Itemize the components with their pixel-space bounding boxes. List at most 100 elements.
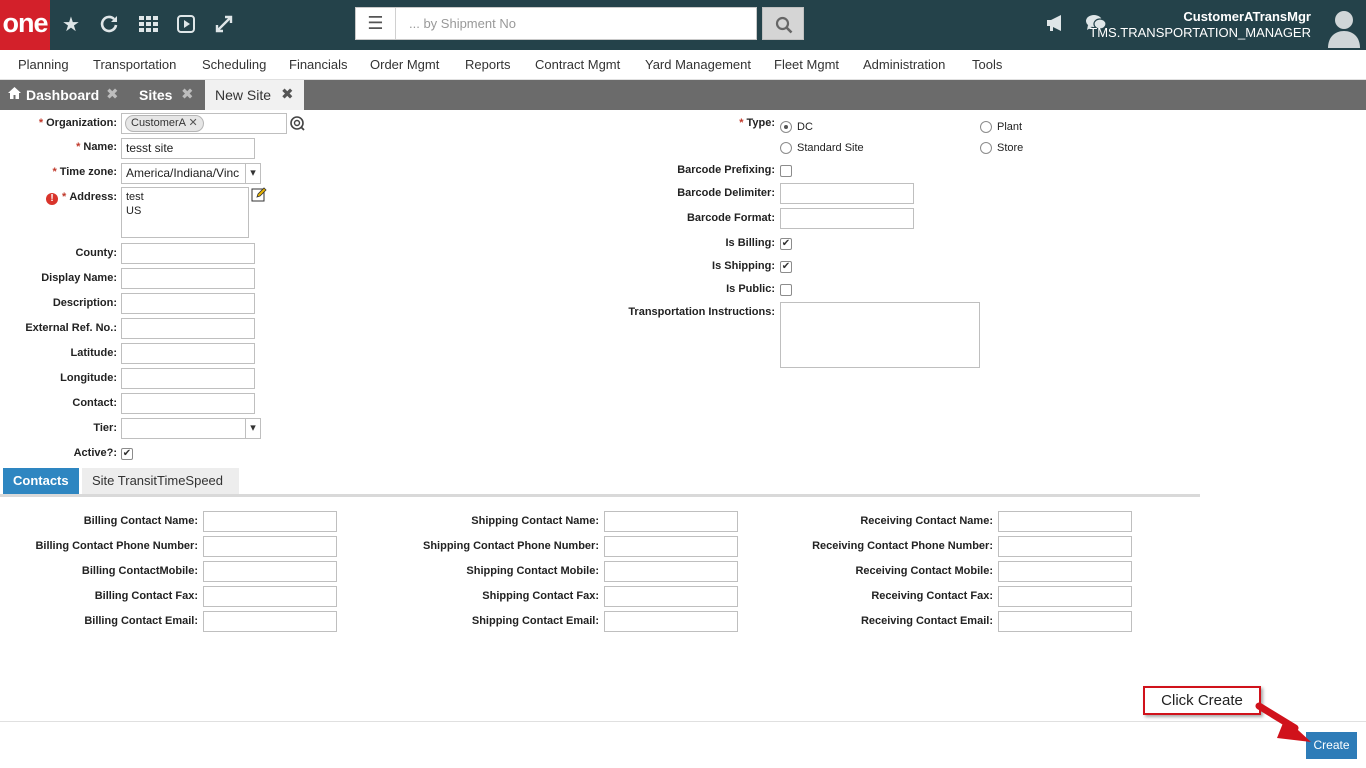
display-name-field[interactable] xyxy=(121,268,255,289)
user-info[interactable]: CustomerATransMgr TMS.TRANSPORTATION_MAN… xyxy=(1089,9,1311,41)
megaphone-icon[interactable] xyxy=(1045,13,1067,38)
transport-instructions-label: Transportation Instructions: xyxy=(628,306,775,318)
receiving-contact-name-field[interactable] xyxy=(998,511,1132,532)
chevron-down-icon[interactable]: ▾ xyxy=(245,418,261,439)
receiving-contact-email-field[interactable] xyxy=(998,611,1132,632)
grid-icon[interactable] xyxy=(137,14,159,39)
description-field[interactable] xyxy=(121,293,255,314)
shipping-contact-name-field[interactable] xyxy=(604,511,738,532)
user-avatar-icon[interactable] xyxy=(1327,8,1361,53)
contact-field[interactable] xyxy=(121,393,255,414)
top-bar: one ★ ☰ CustomerATransMgr TMS.TRANSPORTA… xyxy=(0,0,1366,50)
search-button[interactable] xyxy=(762,7,804,40)
menu-transportation[interactable]: Transportation xyxy=(93,57,176,72)
menu-yard-management[interactable]: Yard Management xyxy=(645,57,751,72)
is-billing-checkbox[interactable]: ✔ xyxy=(780,238,792,250)
receiving-contact-phone-field[interactable] xyxy=(998,536,1132,557)
shipping-contact-email-field[interactable] xyxy=(604,611,738,632)
type-option-label: Store xyxy=(997,142,1024,154)
menu-administration[interactable]: Administration xyxy=(863,57,945,72)
tab-site-transit-time-speed[interactable]: Site TransitTimeSpeed xyxy=(82,468,239,494)
billing-contact-name-field[interactable] xyxy=(203,511,337,532)
billing-contact-mobile-field[interactable] xyxy=(203,561,337,582)
shipping-contact-name-label: Shipping Contact Name: xyxy=(471,515,599,527)
search-input[interactable] xyxy=(397,8,755,39)
timezone-select[interactable]: America/Indiana/Vinc xyxy=(121,163,246,184)
tab-contacts[interactable]: Contacts xyxy=(3,468,79,494)
instruction-callout: Click Create xyxy=(1143,686,1261,715)
barcode-delimiter-field[interactable] xyxy=(780,183,914,204)
edit-address-icon[interactable] xyxy=(251,187,267,207)
latitude-field[interactable] xyxy=(121,343,255,364)
county-field[interactable] xyxy=(121,243,255,264)
tab-dashboard[interactable]: Dashboard ✖ xyxy=(0,80,130,110)
close-icon[interactable]: ✖ xyxy=(106,80,119,110)
address-label: ! * Address: xyxy=(10,191,117,205)
menu-fleet-mgmt[interactable]: Fleet Mgmt xyxy=(774,57,839,72)
is-public-label: Is Public: xyxy=(726,283,775,295)
longitude-label: Longitude: xyxy=(60,372,117,384)
display-name-label: Display Name: xyxy=(41,272,117,284)
menu-contract-mgmt[interactable]: Contract Mgmt xyxy=(535,57,620,72)
type-option-label: Standard Site xyxy=(797,142,864,154)
billing-contact-email-field[interactable] xyxy=(203,611,337,632)
is-public-checkbox[interactable] xyxy=(780,284,792,296)
address-field[interactable]: test US xyxy=(121,187,249,238)
receiving-contact-name-label: Receiving Contact Name: xyxy=(860,515,993,527)
menu-planning[interactable]: Planning xyxy=(18,57,69,72)
description-label: Description: xyxy=(52,297,117,309)
barcode-format-field[interactable] xyxy=(780,208,914,229)
menu-scheduling[interactable]: Scheduling xyxy=(202,57,266,72)
tab-sites[interactable]: Sites ✖ xyxy=(130,80,205,110)
organization-label: * Organization: xyxy=(38,117,117,129)
organization-field[interactable]: CustomerA ✕ xyxy=(121,113,287,134)
receiving-contact-email-label: Receiving Contact Email: xyxy=(860,615,993,627)
play-icon[interactable] xyxy=(175,14,197,39)
name-label: * Name: xyxy=(76,141,117,153)
county-label: County: xyxy=(75,247,117,259)
tier-label: Tier: xyxy=(93,422,117,434)
tier-select[interactable] xyxy=(121,418,246,439)
chevron-down-icon[interactable]: ▾ xyxy=(245,163,261,184)
app-logo[interactable]: one xyxy=(0,0,50,50)
name-field[interactable]: tesst site xyxy=(121,138,255,159)
shipping-contact-fax-field[interactable] xyxy=(604,586,738,607)
footer-divider xyxy=(0,721,1366,722)
star-icon[interactable]: ★ xyxy=(60,14,82,36)
receiving-contact-fax-field[interactable] xyxy=(998,586,1132,607)
search-menu-icon[interactable]: ☰ xyxy=(356,8,396,39)
lookup-icon[interactable] xyxy=(289,115,305,136)
barcode-prefixing-checkbox[interactable] xyxy=(780,165,792,177)
tab-label: New Site xyxy=(215,87,272,103)
type-radio-store[interactable] xyxy=(980,142,992,154)
type-radio-plant[interactable] xyxy=(980,121,992,133)
shipping-contact-mobile-field[interactable] xyxy=(604,561,738,582)
shipping-contact-mobile-label: Shipping Contact Mobile: xyxy=(466,565,599,577)
menu-tools[interactable]: Tools xyxy=(972,57,1002,72)
refresh-icon[interactable] xyxy=(98,14,120,39)
shipping-contact-phone-field[interactable] xyxy=(604,536,738,557)
is-shipping-checkbox[interactable]: ✔ xyxy=(780,261,792,273)
close-icon[interactable]: ✖ xyxy=(181,80,194,110)
type-radio-dc[interactable] xyxy=(780,121,792,133)
main-menu: Planning Transportation Scheduling Finan… xyxy=(0,50,1366,80)
longitude-field[interactable] xyxy=(121,368,255,389)
menu-reports[interactable]: Reports xyxy=(465,57,511,72)
shipping-contact-fax-label: Shipping Contact Fax: xyxy=(482,590,599,602)
type-option-label: DC xyxy=(797,121,813,133)
remove-chip-icon[interactable]: ✕ xyxy=(188,117,197,129)
receiving-contact-mobile-field[interactable] xyxy=(998,561,1132,582)
billing-contact-fax-label: Billing Contact Fax: xyxy=(94,590,198,602)
menu-financials[interactable]: Financials xyxy=(289,57,348,72)
tab-new-site[interactable]: New Site ✖ xyxy=(205,80,304,110)
billing-contact-phone-field[interactable] xyxy=(203,536,337,557)
external-ref-field[interactable] xyxy=(121,318,255,339)
type-radio-standard-site[interactable] xyxy=(780,142,792,154)
close-icon[interactable]: ✖ xyxy=(281,80,294,110)
transport-instructions-field[interactable] xyxy=(780,302,980,368)
expand-icon[interactable] xyxy=(213,14,235,39)
user-name: CustomerATransMgr xyxy=(1183,9,1311,24)
menu-order-mgmt[interactable]: Order Mgmt xyxy=(370,57,439,72)
billing-contact-fax-field[interactable] xyxy=(203,586,337,607)
active-checkbox[interactable]: ✔ xyxy=(121,448,133,460)
